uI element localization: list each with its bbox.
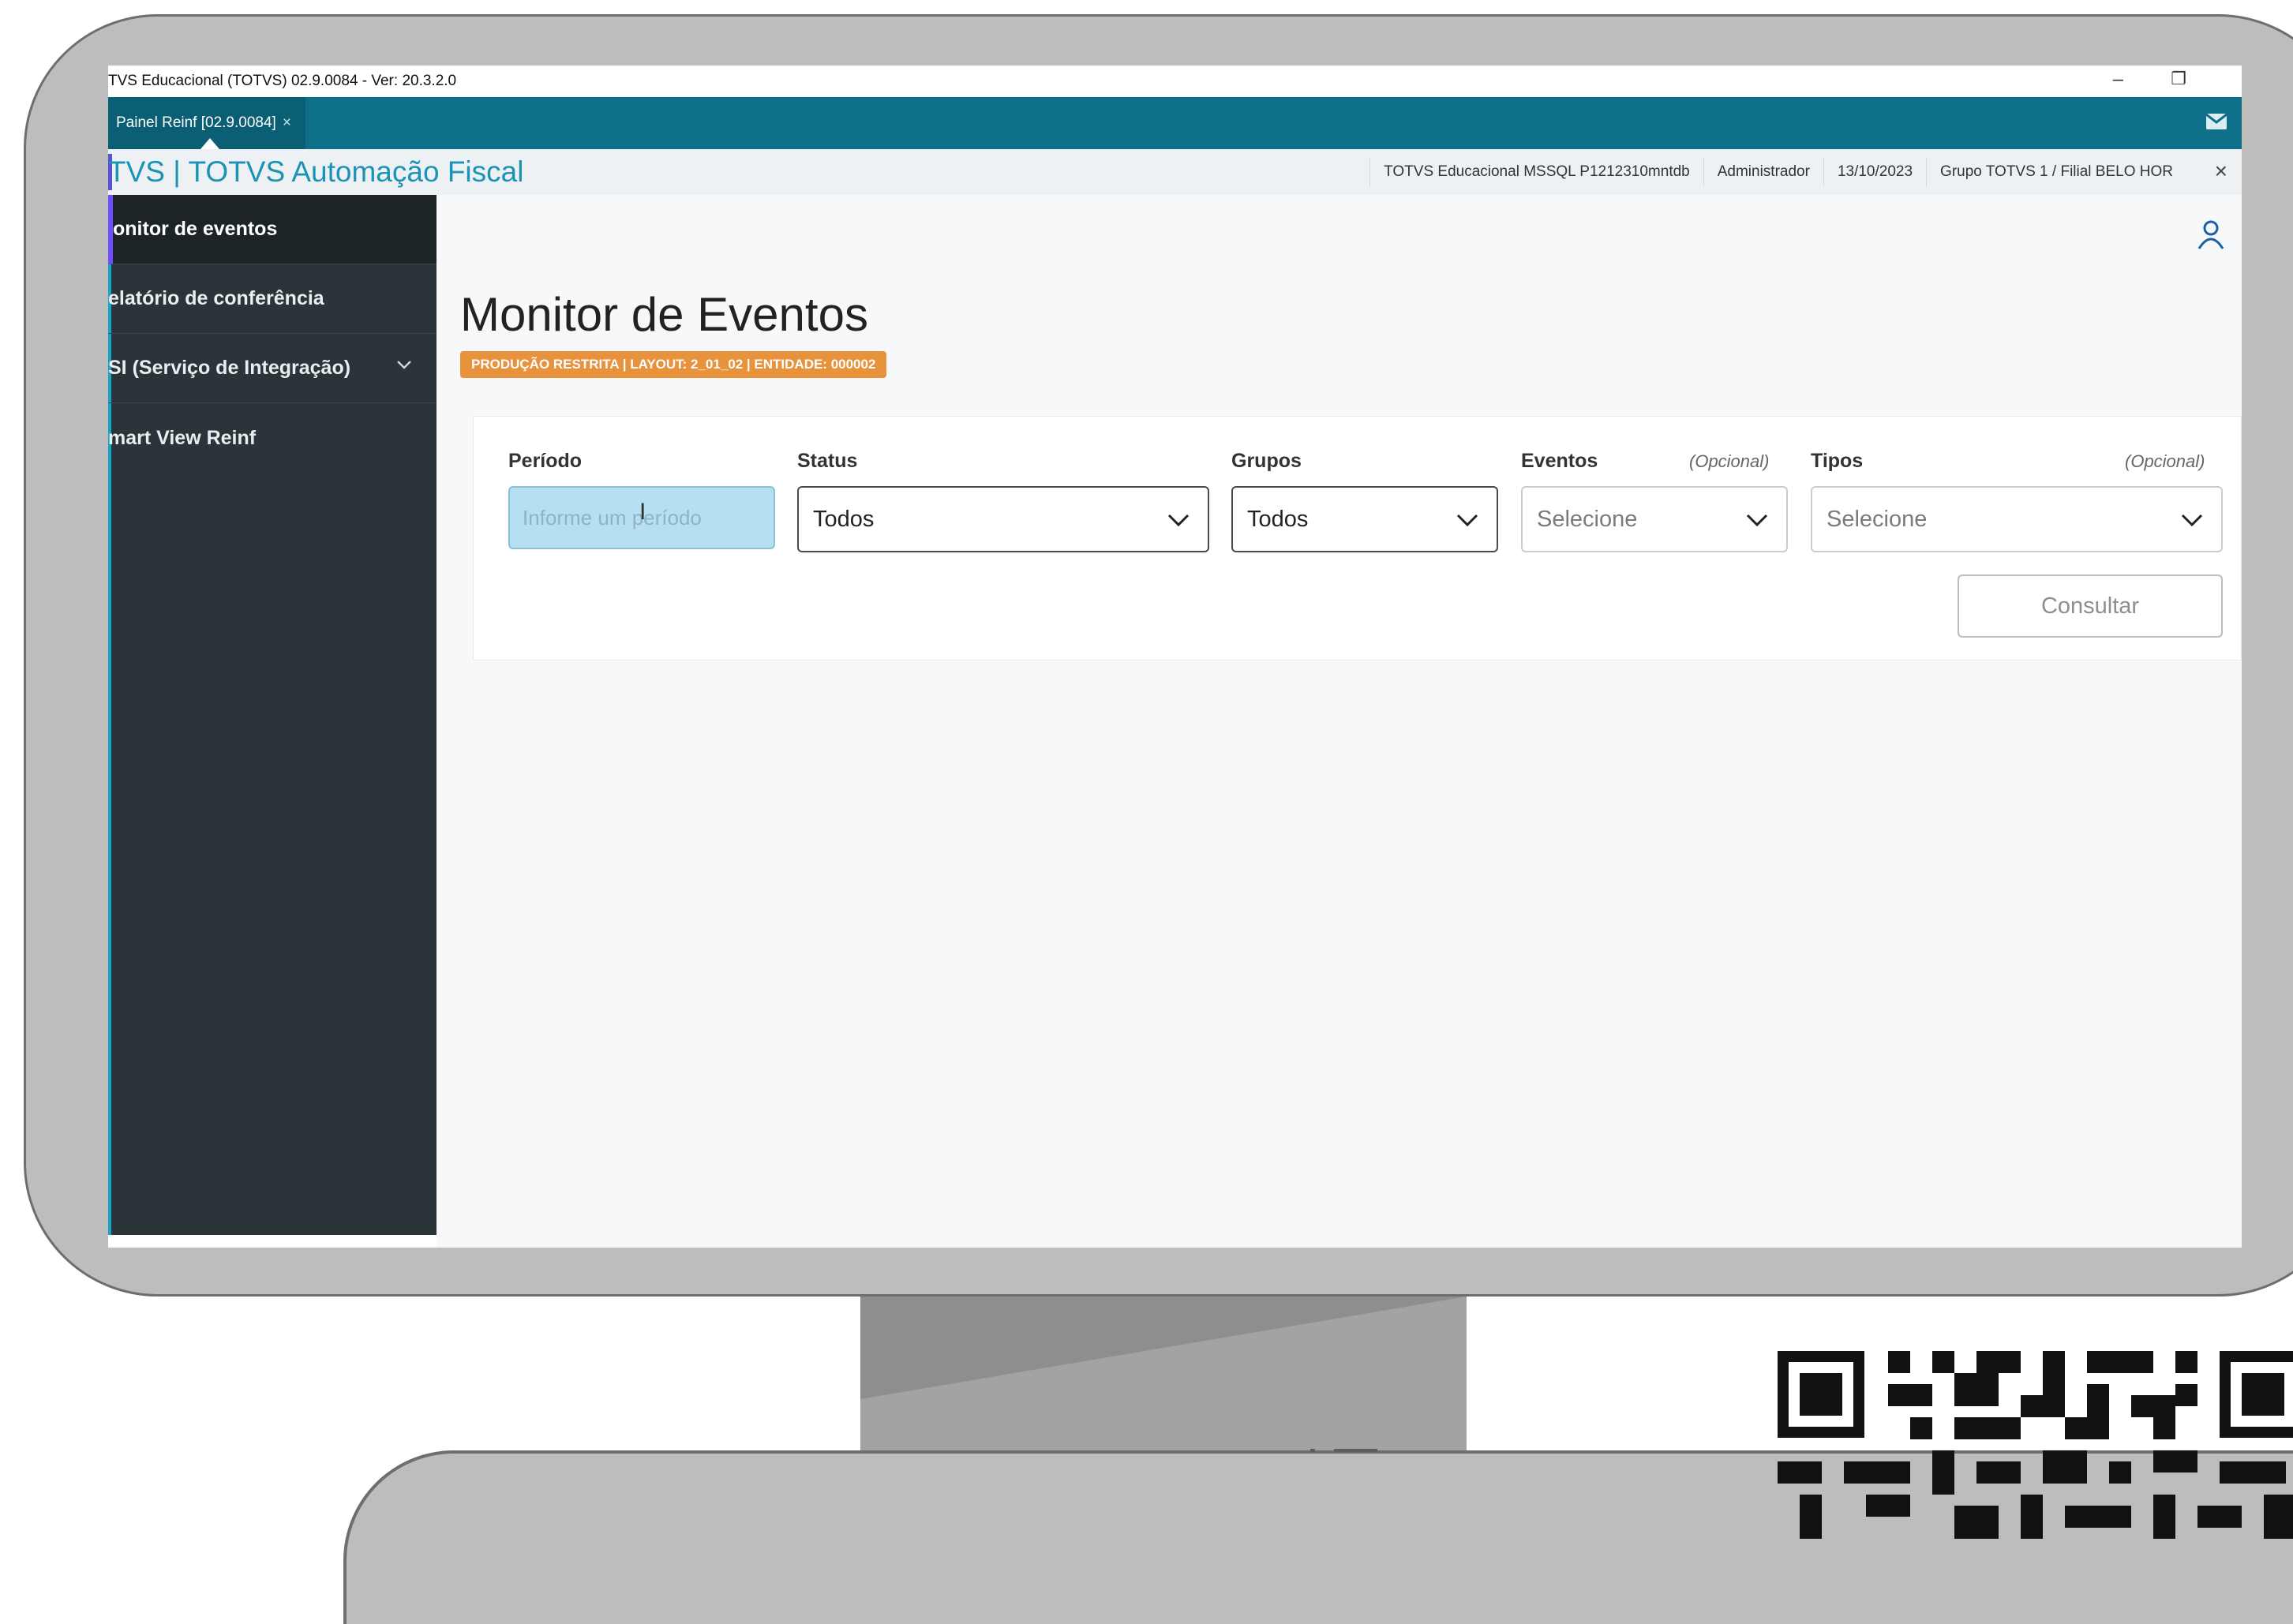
- tipos-label: Tipos: [1811, 450, 1864, 472]
- restore-button[interactable]: ❐: [2171, 69, 2186, 89]
- eventos-value: Selecione: [1537, 506, 1638, 532]
- eventos-select[interactable]: Selecione: [1521, 486, 1788, 552]
- tab-close-button[interactable]: ×: [283, 114, 291, 132]
- window-title: TVS Educacional (TOTVS) 02.9.0084 - Ver:…: [108, 73, 457, 89]
- header-branch: Grupo TOTVS 1 / Filial BELO HOR: [1926, 158, 2186, 186]
- status-value: Todos: [813, 506, 875, 532]
- eventos-optional-label: (Opcional): [1689, 451, 1770, 471]
- grupos-select[interactable]: Todos: [1231, 486, 1498, 552]
- tab-caret-icon: [200, 138, 219, 149]
- text-cursor-icon: I: [639, 499, 646, 525]
- window-titlebar: TVS Educacional (TOTVS) 02.9.0084 - Ver:…: [108, 65, 2242, 97]
- sidebar-item-label: SI (Serviço de Integração): [108, 357, 351, 379]
- stand-dash: [1334, 1449, 1377, 1452]
- close-app-button[interactable]: ×: [2215, 159, 2227, 184]
- mail-icon[interactable]: [2205, 113, 2227, 130]
- tab-label: Painel Reinf [02.9.0084]: [116, 114, 276, 131]
- minimize-button[interactable]: –: [2113, 69, 2123, 91]
- chevron-down-icon: [1456, 514, 1478, 527]
- tab-bar: Painel Reinf [02.9.0084] ×: [108, 97, 2242, 149]
- header-date: 13/10/2023: [1823, 158, 1926, 186]
- consultar-button[interactable]: Consultar: [1958, 574, 2223, 638]
- status-label: Status: [797, 450, 858, 472]
- header-user: Administrador: [1703, 158, 1823, 186]
- main-content: Monitor de Eventos PRODUÇÃO RESTRITA | L…: [436, 195, 2242, 1248]
- status-select[interactable]: Todos: [797, 486, 1209, 552]
- header-environment: TOTVS Educacional MSSQL P1212310mntdb: [1369, 158, 1703, 186]
- sidebar-item-relatorio-de-conferencia[interactable]: elatório de conferência: [108, 264, 436, 334]
- chevron-down-icon: [1746, 514, 1768, 527]
- sidebar-item-label: elatório de conferência: [108, 287, 324, 309]
- screen: TVS Educacional (TOTVS) 02.9.0084 - Ver:…: [108, 65, 2242, 1248]
- eventos-label: Eventos: [1521, 450, 1598, 472]
- stand-dash: [1310, 1449, 1315, 1452]
- header-info: TOTVS Educacional MSSQL P1212310mntdb Ad…: [1369, 149, 2186, 195]
- sidebar-item-monitor-de-eventos[interactable]: onitor de eventos: [108, 195, 436, 264]
- app-header: TVS | TOTVS Automação Fiscal TOTVS Educa…: [108, 149, 2242, 196]
- page-title: Monitor de Eventos: [460, 288, 868, 341]
- qr-code: [1778, 1351, 2293, 1539]
- tipos-optional-label: (Opcional): [2125, 451, 2205, 471]
- environment-badge: PRODUÇÃO RESTRITA | LAYOUT: 2_01_02 | EN…: [460, 351, 887, 378]
- periodo-label: Período: [508, 450, 583, 472]
- sidebar: onitor de eventos elatório de conferênci…: [108, 195, 436, 1235]
- sidebar-item-label: mart View Reinf: [108, 426, 257, 449]
- chevron-down-icon: [2181, 514, 2203, 527]
- grupos-label: Grupos: [1231, 450, 1302, 472]
- user-icon[interactable]: [2196, 219, 2226, 250]
- chevron-down-icon: [397, 361, 411, 369]
- tipos-value: Selecione: [1827, 506, 1928, 532]
- grupos-value: Todos: [1247, 506, 1309, 532]
- sidebar-item-label: onitor de eventos: [113, 218, 278, 240]
- filter-panel: Período I Status Todos Grupos Todos Even…: [473, 416, 2242, 660]
- sidebar-item-tsi[interactable]: SI (Serviço de Integração): [108, 334, 436, 403]
- tipos-select[interactable]: Selecione: [1811, 486, 2223, 552]
- app-brand: TVS | TOTVS Automação Fiscal: [108, 155, 524, 188]
- chevron-down-icon: [1167, 514, 1190, 527]
- sidebar-item-smart-view-reinf[interactable]: mart View Reinf: [108, 403, 436, 473]
